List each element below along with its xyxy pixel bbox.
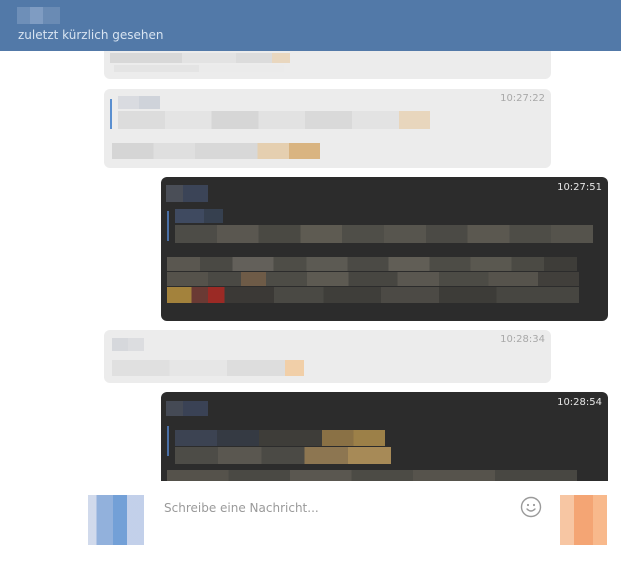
sender-name-redacted <box>166 401 208 416</box>
reply-quote-bar <box>110 99 112 129</box>
message-incoming[interactable]: 10:27:22 <box>104 89 551 168</box>
last-seen-status: zuletzt kürzlich gesehen <box>18 28 164 42</box>
contact-avatar[interactable] <box>560 495 607 545</box>
message-outgoing[interactable]: 10:27:51 <box>161 177 608 321</box>
chat-header[interactable]: zuletzt kürzlich gesehen <box>0 0 621 51</box>
message-time: 10:27:51 <box>557 182 602 193</box>
quote-text-redacted <box>175 430 385 446</box>
chat-window: zuletzt kürzlich gesehen 10:27:22 10:27:… <box>0 0 621 565</box>
message-incoming[interactable] <box>104 51 551 79</box>
message-text-redacted <box>112 143 320 159</box>
message-text-redacted <box>112 360 304 376</box>
message-incoming[interactable]: 10:28:34 <box>104 330 551 383</box>
sender-name-redacted <box>112 338 144 351</box>
message-text-redacted <box>167 287 579 303</box>
message-time: 10:28:34 <box>500 334 545 345</box>
message-text-redacted <box>167 272 579 286</box>
message-text-redacted <box>110 53 290 63</box>
quote-text-redacted <box>175 447 391 464</box>
sender-name-redacted <box>166 185 208 202</box>
message-composer <box>0 481 621 565</box>
quote-author-redacted <box>175 209 223 223</box>
quote-author-redacted <box>118 96 160 109</box>
user-avatar <box>88 495 144 545</box>
message-input[interactable] <box>164 497 504 519</box>
message-text-redacted <box>114 65 284 72</box>
message-list[interactable]: 10:27:22 10:27:51 10:28:34 10:28:54 <box>0 51 621 481</box>
message-time: 10:27:22 <box>500 93 545 104</box>
quote-text-redacted <box>175 225 593 243</box>
reply-quote-bar <box>167 426 169 456</box>
message-outgoing[interactable]: 10:28:54 <box>161 392 608 481</box>
quote-text-redacted <box>118 111 430 129</box>
smiley-icon[interactable] <box>520 496 542 518</box>
message-text-redacted <box>167 257 577 271</box>
reply-quote-bar <box>167 211 169 241</box>
contact-name-redacted <box>17 7 60 24</box>
message-text-redacted <box>167 470 577 481</box>
message-time: 10:28:54 <box>557 397 602 408</box>
